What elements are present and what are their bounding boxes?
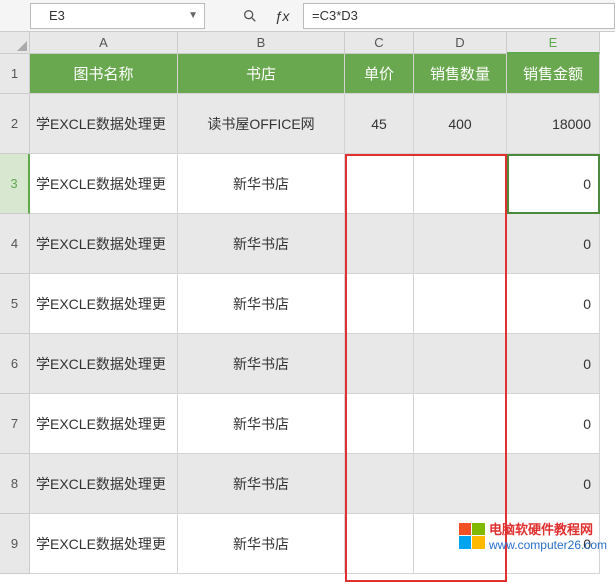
cell[interactable]: [414, 334, 507, 394]
formula-text: =C3*D3: [312, 8, 358, 23]
cell[interactable]: 0: [507, 274, 600, 334]
cell[interactable]: [414, 214, 507, 274]
cell[interactable]: 销售数量: [414, 54, 507, 94]
spreadsheet: A B C D E 1 图书名称 书店 单价 销售数量 销售金额 2 学EXCL…: [0, 32, 615, 574]
table-row: 7 学EXCLE数据处理更 新华书店 0: [0, 394, 615, 454]
row-header[interactable]: 4: [0, 214, 30, 274]
cell[interactable]: [345, 334, 414, 394]
cell[interactable]: 图书名称: [30, 54, 178, 94]
cell[interactable]: 0: [507, 454, 600, 514]
cell[interactable]: 新华书店: [178, 454, 345, 514]
table-row: 5 学EXCLE数据处理更 新华书店 0: [0, 274, 615, 334]
windows-icon: [459, 523, 485, 549]
col-header-c[interactable]: C: [345, 32, 414, 54]
cell[interactable]: 学EXCLE数据处理更: [30, 214, 178, 274]
cell[interactable]: 0: [507, 334, 600, 394]
cell[interactable]: 400: [414, 94, 507, 154]
formula-bar-icons: ƒx: [241, 7, 291, 25]
select-all-corner[interactable]: [0, 32, 30, 54]
cell[interactable]: 新华书店: [178, 394, 345, 454]
name-box-value: E3: [31, 8, 65, 23]
chevron-down-icon[interactable]: ▼: [188, 10, 198, 21]
cell[interactable]: [345, 274, 414, 334]
cell[interactable]: 0: [507, 394, 600, 454]
cell[interactable]: [414, 154, 507, 214]
cell[interactable]: 单价: [345, 54, 414, 94]
cell[interactable]: 学EXCLE数据处理更: [30, 454, 178, 514]
rows: 1 图书名称 书店 单价 销售数量 销售金额 2 学EXCLE数据处理更 读书屋…: [0, 54, 615, 574]
col-header-e[interactable]: E: [507, 32, 600, 54]
cell[interactable]: 学EXCLE数据处理更: [30, 334, 178, 394]
cell-selected[interactable]: 0: [507, 154, 600, 214]
watermark-url: www.computer26.com: [489, 538, 607, 552]
watermark: 电脑软硬件教程网 www.computer26.com: [459, 519, 607, 552]
cell[interactable]: 学EXCLE数据处理更: [30, 514, 178, 574]
row-header[interactable]: 8: [0, 454, 30, 514]
table-row: 8 学EXCLE数据处理更 新华书店 0: [0, 454, 615, 514]
cell[interactable]: 书店: [178, 54, 345, 94]
cell[interactable]: [414, 274, 507, 334]
cell[interactable]: 0: [507, 214, 600, 274]
cell[interactable]: 新华书店: [178, 514, 345, 574]
col-header-b[interactable]: B: [178, 32, 345, 54]
column-headers: A B C D E: [30, 32, 615, 54]
cell[interactable]: 学EXCLE数据处理更: [30, 154, 178, 214]
cell[interactable]: [345, 154, 414, 214]
fx-icon[interactable]: ƒx: [273, 7, 291, 25]
cell[interactable]: 新华书店: [178, 274, 345, 334]
col-header-d[interactable]: D: [414, 32, 507, 54]
watermark-title: 电脑软硬件教程网: [489, 519, 607, 538]
col-header-a[interactable]: A: [30, 32, 178, 54]
cell[interactable]: 新华书店: [178, 334, 345, 394]
cell[interactable]: 学EXCLE数据处理更: [30, 94, 178, 154]
formula-bar: E3 ▼ ƒx =C3*D3: [0, 0, 615, 32]
row-header[interactable]: 3: [0, 154, 30, 214]
cell[interactable]: 销售金额: [507, 54, 600, 94]
cell[interactable]: 学EXCLE数据处理更: [30, 274, 178, 334]
cell[interactable]: 读书屋OFFICE网: [178, 94, 345, 154]
cell[interactable]: [345, 394, 414, 454]
row-header[interactable]: 5: [0, 274, 30, 334]
cell[interactable]: 新华书店: [178, 154, 345, 214]
formula-input[interactable]: =C3*D3: [303, 3, 615, 29]
row-header[interactable]: 2: [0, 94, 30, 154]
name-box[interactable]: E3 ▼: [30, 3, 205, 29]
cell[interactable]: [345, 214, 414, 274]
table-row: 3 学EXCLE数据处理更 新华书店 0: [0, 154, 615, 214]
header-row: 1 图书名称 书店 单价 销售数量 销售金额: [0, 54, 615, 94]
row-header[interactable]: 7: [0, 394, 30, 454]
cell[interactable]: 新华书店: [178, 214, 345, 274]
cell[interactable]: 学EXCLE数据处理更: [30, 394, 178, 454]
table-row: 4 学EXCLE数据处理更 新华书店 0: [0, 214, 615, 274]
cell[interactable]: [345, 454, 414, 514]
row-header[interactable]: 1: [0, 54, 30, 94]
cell[interactable]: [414, 454, 507, 514]
table-row: 6 学EXCLE数据处理更 新华书店 0: [0, 334, 615, 394]
row-header[interactable]: 6: [0, 334, 30, 394]
table-row: 2 学EXCLE数据处理更 读书屋OFFICE网 45 400 18000: [0, 94, 615, 154]
cell[interactable]: 45: [345, 94, 414, 154]
row-header[interactable]: 9: [0, 514, 30, 574]
cell[interactable]: [414, 394, 507, 454]
cell[interactable]: [345, 514, 414, 574]
search-icon[interactable]: [241, 7, 259, 25]
cell[interactable]: 18000: [507, 94, 600, 154]
